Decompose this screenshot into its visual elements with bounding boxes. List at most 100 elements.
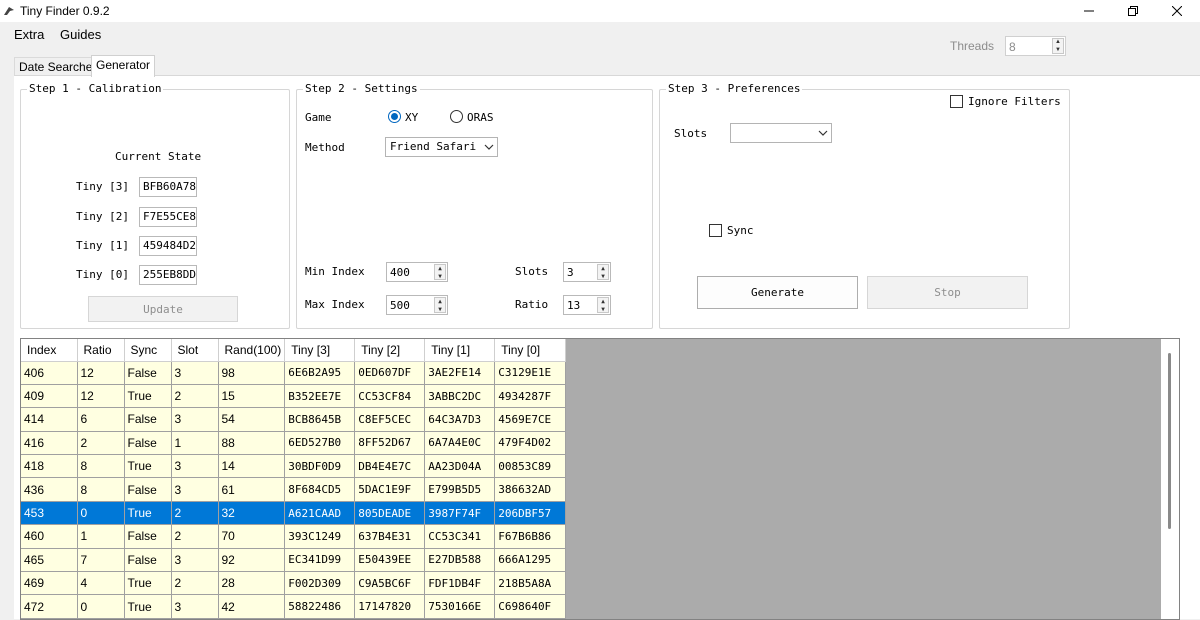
table-cell[interactable]: 3 xyxy=(171,477,219,502)
table-cell[interactable]: 32 xyxy=(218,501,286,526)
tiny0-input[interactable]: 255EB8DD xyxy=(139,265,197,285)
table-cell[interactable]: 0 xyxy=(77,594,125,619)
table-row[interactable]: 409 12 True 2 15 B352EE7E CC53CF84 3ABBC2DC 4934… xyxy=(21,384,567,409)
table-cell[interactable]: 465 xyxy=(21,548,78,573)
slots-stepper[interactable]: 3 ▲ ▼ xyxy=(563,262,611,282)
game-oras-radio[interactable] xyxy=(450,110,463,123)
slots-spin[interactable]: ▲ ▼ xyxy=(597,264,609,280)
table-cell[interactable]: True xyxy=(124,454,172,479)
table-cell[interactable]: E50439EE xyxy=(354,548,426,573)
table-cell[interactable]: 2 xyxy=(171,524,219,549)
minimize-button[interactable] xyxy=(1066,0,1112,22)
table-cell[interactable]: CC53CF84 xyxy=(354,384,426,409)
tab-date-searcher[interactable]: Date Searcher xyxy=(14,57,102,77)
method-select[interactable]: Friend Safari xyxy=(385,137,498,157)
table-cell[interactable]: F002D309 xyxy=(284,571,356,596)
table-cell[interactable]: 416 xyxy=(21,431,78,456)
table-cell[interactable]: 7530166E xyxy=(424,594,496,619)
table-cell[interactable]: 6A7A4E0C xyxy=(424,431,496,456)
threads-stepper[interactable]: 8 ▲ ▼ xyxy=(1005,36,1066,56)
table-cell[interactable]: 460 xyxy=(21,524,78,549)
table-cell[interactable]: 30BDF0D9 xyxy=(284,454,356,479)
column-header[interactable]: Sync xyxy=(124,339,172,362)
table-cell[interactable]: C8EF5CEC xyxy=(354,407,426,432)
table-row[interactable]: 416 2 False 1 88 6ED527B0 8FF52D67 6A7A4E0C 479F… xyxy=(21,431,567,456)
table-cell[interactable]: EC341D99 xyxy=(284,548,356,573)
table-cell[interactable]: False xyxy=(124,431,172,456)
results-grid[interactable]: Index Ratio Sync Slot Rand(100) Tiny [3] Tiny … xyxy=(20,338,1180,620)
table-cell[interactable]: 61 xyxy=(218,477,286,502)
table-cell[interactable]: FDF1DB4F xyxy=(424,571,496,596)
threads-spin[interactable]: ▲ ▼ xyxy=(1052,38,1064,54)
min-index-stepper[interactable]: 400 ▲ ▼ xyxy=(386,262,448,282)
table-row[interactable]: 414 6 False 3 54 BCB8645B C8EF5CEC 64C3A7D3 4569… xyxy=(21,407,567,432)
ratio-stepper[interactable]: 13 ▲ ▼ xyxy=(563,295,611,315)
table-cell[interactable]: 8 xyxy=(77,454,125,479)
column-header[interactable]: Index xyxy=(21,339,78,362)
table-cell[interactable]: 12 xyxy=(77,361,125,385)
table-cell[interactable]: 4934287F xyxy=(494,384,567,409)
vertical-scrollbar[interactable] xyxy=(1161,339,1179,619)
table-cell[interactable]: 12 xyxy=(77,384,125,409)
table-cell[interactable]: 0 xyxy=(77,501,125,526)
close-button[interactable] xyxy=(1154,0,1200,22)
table-cell[interactable]: 406 xyxy=(21,361,78,385)
ignore-filters-checkbox[interactable] xyxy=(950,95,963,108)
preferences-slots-select[interactable] xyxy=(730,123,832,143)
table-cell[interactable]: 218B5A8A xyxy=(494,571,567,596)
scrollbar-thumb[interactable] xyxy=(1168,353,1171,529)
table-cell[interactable]: 414 xyxy=(21,407,78,432)
table-cell[interactable]: 3 xyxy=(171,548,219,573)
table-cell[interactable]: 7 xyxy=(77,548,125,573)
table-row[interactable]: 453 0 True 2 32 A621CAAD 805DEADE 3987F74F 206DB… xyxy=(21,501,567,526)
table-cell[interactable]: 00853C89 xyxy=(494,454,567,479)
table-cell[interactable]: 6ED527B0 xyxy=(284,431,356,456)
table-cell[interactable]: 17147820 xyxy=(354,594,426,619)
table-cell[interactable]: 70 xyxy=(218,524,286,549)
table-cell[interactable]: DB4E4E7C xyxy=(354,454,426,479)
ratio-spin[interactable]: ▲ ▼ xyxy=(597,297,609,313)
table-cell[interactable]: 15 xyxy=(218,384,286,409)
table-cell[interactable]: 4 xyxy=(77,571,125,596)
table-cell[interactable]: 479F4D02 xyxy=(494,431,567,456)
table-cell[interactable]: 2 xyxy=(171,501,219,526)
table-cell[interactable]: False xyxy=(124,361,172,385)
table-cell[interactable]: E27DB588 xyxy=(424,548,496,573)
table-cell[interactable]: 0ED607DF xyxy=(354,361,426,385)
table-cell[interactable]: 8FF52D67 xyxy=(354,431,426,456)
table-cell[interactable]: 206DBF57 xyxy=(494,501,567,526)
table-cell[interactable]: 2 xyxy=(77,431,125,456)
table-cell[interactable]: 58822486 xyxy=(284,594,356,619)
table-cell[interactable]: False xyxy=(124,548,172,573)
table-cell[interactable]: True xyxy=(124,594,172,619)
table-cell[interactable]: 453 xyxy=(21,501,78,526)
table-row[interactable]: 465 7 False 3 92 EC341D99 E50439EE E27DB588 666A… xyxy=(21,548,567,573)
table-cell[interactable]: 42 xyxy=(218,594,286,619)
table-cell[interactable]: 54 xyxy=(218,407,286,432)
table-cell[interactable]: AA23D04A xyxy=(424,454,496,479)
table-cell[interactable]: 1 xyxy=(171,431,219,456)
generate-button[interactable]: Generate xyxy=(697,276,858,309)
table-cell[interactable]: C698640F xyxy=(494,594,567,619)
column-header[interactable]: Tiny [0] xyxy=(494,339,567,362)
table-cell[interactable]: 64C3A7D3 xyxy=(424,407,496,432)
column-header[interactable]: Tiny [1] xyxy=(424,339,496,362)
update-button[interactable]: Update xyxy=(88,296,238,322)
stop-button[interactable]: Stop xyxy=(867,276,1028,309)
table-cell[interactable]: 98 xyxy=(218,361,286,385)
tiny2-input[interactable]: F7E55CE8 xyxy=(139,207,197,227)
restore-button[interactable] xyxy=(1110,0,1156,22)
table-cell[interactable]: 3 xyxy=(171,454,219,479)
table-cell[interactable]: 88 xyxy=(218,431,286,456)
table-cell[interactable]: 418 xyxy=(21,454,78,479)
table-cell[interactable]: 666A1295 xyxy=(494,548,567,573)
table-cell[interactable]: 436 xyxy=(21,477,78,502)
table-cell[interactable]: 3 xyxy=(171,407,219,432)
column-header[interactable]: Tiny [2] xyxy=(354,339,426,362)
table-cell[interactable]: 4569E7CE xyxy=(494,407,567,432)
table-row[interactable]: 460 1 False 2 70 393C1249 637B4E31 CC53C341 F67B… xyxy=(21,524,567,549)
menu-guides[interactable]: Guides xyxy=(60,27,101,42)
table-cell[interactable]: C9A5BC6F xyxy=(354,571,426,596)
table-cell[interactable]: 28 xyxy=(218,571,286,596)
table-cell[interactable]: 3 xyxy=(171,361,219,385)
